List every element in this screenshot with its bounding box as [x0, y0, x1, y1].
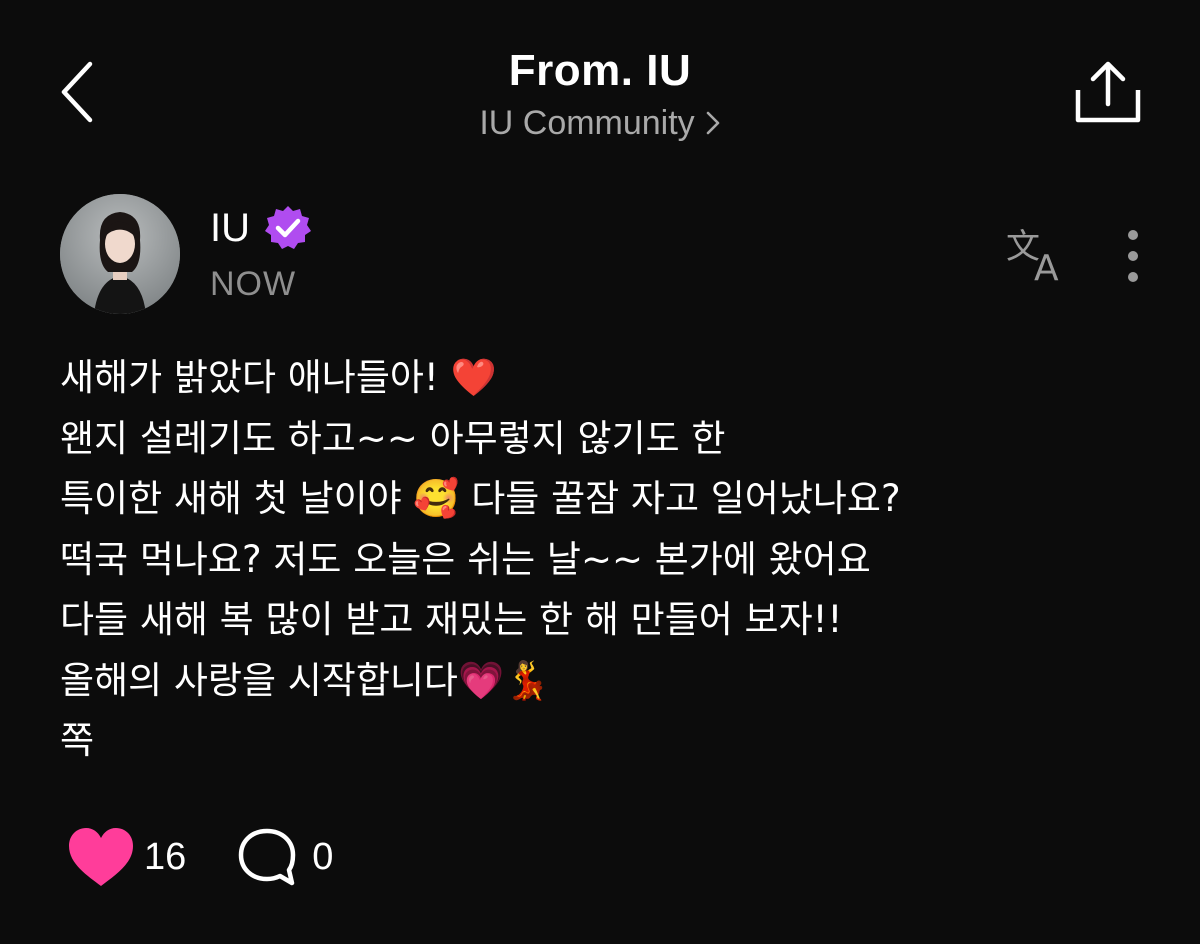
- translate-icon: 文 A: [1006, 227, 1059, 289]
- post-body: 새해가 밝았다 애나들아! ❤️ 왠지 설레기도 하고~~ 아무렇지 않기도 한…: [60, 348, 1160, 772]
- community-name: IU Community: [479, 104, 695, 142]
- post-line: 올해의 사랑을 시작합니다💗💃: [60, 658, 551, 702]
- avatar[interactable]: [60, 194, 180, 314]
- post-line: 왠지 설레기도 하고~~ 아무렇지 않기도 한: [60, 416, 726, 460]
- post-line: 쪽: [60, 719, 95, 762]
- comment-icon: [239, 828, 296, 886]
- page-title: From. IU: [508, 46, 692, 95]
- post-line: 새해가 밝았다 애나들아! ❤️: [60, 356, 497, 399]
- post-line: 특이한 새해 첫 날이야 🥰 다들 꿀잠 자고 일어났나요?: [60, 477, 901, 520]
- more-options-button[interactable]: [1116, 228, 1150, 284]
- post-line: 떡국 먹나요? 저도 오늘은 쉬는 날~~ 본가에 왔어요: [60, 537, 871, 581]
- author[interactable]: IU: [210, 204, 312, 252]
- post-time: NOW: [210, 265, 297, 303]
- share-button[interactable]: [1074, 60, 1142, 124]
- profile-photo: [60, 194, 180, 314]
- chevron-right-icon: [706, 111, 719, 135]
- heart-icon: [69, 828, 133, 886]
- author-name: IU: [210, 206, 250, 250]
- like-button[interactable]: 16: [66, 826, 186, 888]
- like-count: 16: [144, 835, 187, 878]
- community-link[interactable]: IU Community: [479, 102, 720, 144]
- verified-badge-icon: [265, 206, 311, 249]
- header: From. IU IU Community: [300, 44, 900, 144]
- share-icon: [1075, 61, 1141, 123]
- post-line: 다들 새해 복 많이 받고 재밌는 한 해 만들어 보자!!: [60, 598, 843, 641]
- post-actions: 16 0: [66, 826, 333, 888]
- chevron-left-icon: [61, 61, 93, 123]
- comment-button[interactable]: 0: [236, 826, 333, 888]
- comment-count: 0: [312, 835, 334, 878]
- back-button[interactable]: [56, 58, 104, 126]
- translate-button[interactable]: 文 A: [1004, 224, 1070, 289]
- svg-text:A: A: [1034, 248, 1059, 284]
- more-vertical-icon: [1128, 230, 1138, 282]
